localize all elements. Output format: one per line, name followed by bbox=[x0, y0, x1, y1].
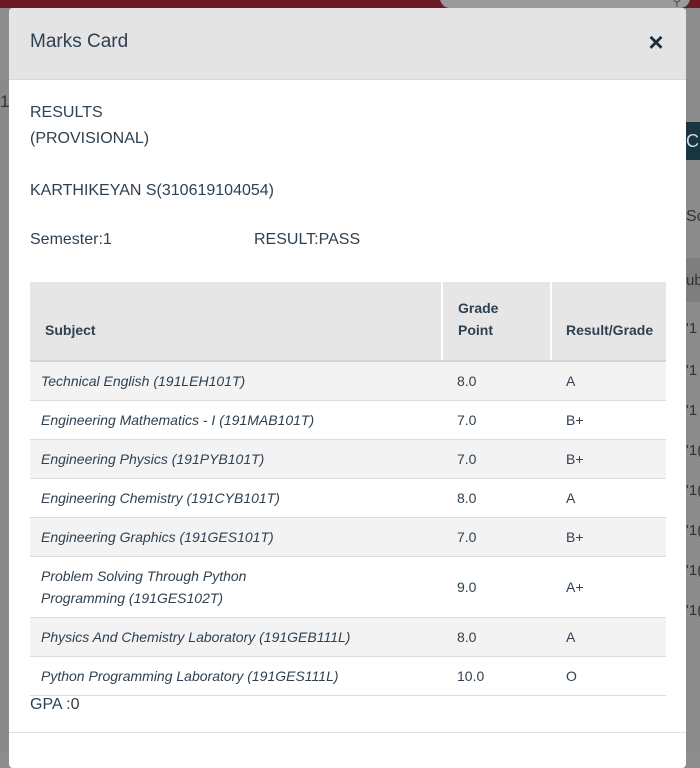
background-button: C bbox=[686, 122, 700, 160]
table-row: Python Programming Laboratory (191GES111… bbox=[30, 656, 666, 696]
grade-point-cell: 8.0 bbox=[442, 478, 551, 518]
grade-point-header-line2: Point bbox=[458, 322, 493, 338]
table-row: Physics And Chemistry Laboratory (191GEB… bbox=[30, 617, 666, 657]
subject-cell: Engineering Graphics (191GES101T) bbox=[30, 517, 442, 557]
background-cell: '1( bbox=[686, 522, 700, 539]
modal-header: Marks Card × bbox=[9, 8, 686, 80]
semester-label: Semester:1 bbox=[30, 231, 112, 248]
marks-card-modal: Marks Card × RESULTS (PROVISIONAL) KARTH… bbox=[9, 8, 686, 768]
results-heading: RESULTS bbox=[30, 104, 103, 121]
table-header-row: Subject Grade Point Result/Grade bbox=[30, 282, 666, 362]
grade-cell: B+ bbox=[551, 517, 666, 557]
grade-point-cell: 7.0 bbox=[442, 400, 551, 440]
background-cell: '1 bbox=[686, 402, 698, 419]
subject-header[interactable]: Subject bbox=[30, 282, 443, 362]
background-cell: '1( bbox=[686, 602, 700, 619]
background-header-text: ub bbox=[686, 272, 700, 289]
table-row: Engineering Physics (191PYB101T) 7.0 B+ bbox=[30, 439, 666, 479]
close-icon[interactable]: × bbox=[640, 26, 672, 58]
table-row: Technical English (191LEH101T) 8.0 A bbox=[30, 361, 666, 401]
grade-point-cell: 7.0 bbox=[442, 439, 551, 479]
subject-cell: Physics And Chemistry Laboratory (191GEB… bbox=[30, 617, 442, 657]
grade-point-header-line1: Grade bbox=[458, 300, 499, 316]
background-search-bar: ⚲ bbox=[440, 0, 690, 8]
grade-point-header[interactable]: Grade Point bbox=[442, 282, 552, 362]
grade-point-cell: 8.0 bbox=[442, 617, 551, 657]
grade-cell: A bbox=[551, 478, 666, 518]
table-row: Problem Solving Through Python Programmi… bbox=[30, 556, 666, 618]
subject-cell: Python Programming Laboratory (191GES111… bbox=[30, 656, 442, 696]
result-grade-header[interactable]: Result/Grade bbox=[551, 282, 666, 362]
grade-cell: B+ bbox=[551, 400, 666, 440]
table-row: Engineering Graphics (191GES101T) 7.0 B+ bbox=[30, 517, 666, 557]
background-cell: '1 bbox=[686, 362, 698, 379]
modal-body: RESULTS (PROVISIONAL) KARTHIKEYAN S(3106… bbox=[30, 100, 666, 713]
grade-point-cell: 8.0 bbox=[442, 361, 551, 401]
subject-cell: Technical English (191LEH101T) bbox=[30, 361, 442, 401]
subject-cell: Engineering Mathematics - I (191MAB101T) bbox=[30, 400, 442, 440]
modal-footer-divider bbox=[9, 732, 686, 733]
background-cell: '1( bbox=[686, 482, 700, 499]
table-row: Engineering Mathematics - I (191MAB101T)… bbox=[30, 400, 666, 440]
student-name: KARTHIKEYAN S(310619104054) bbox=[30, 182, 274, 199]
background-cell: '1( bbox=[686, 562, 700, 579]
results-subheading: (PROVISIONAL) bbox=[30, 130, 150, 147]
background-cell: '1 bbox=[686, 320, 698, 337]
grade-cell: O bbox=[551, 656, 666, 696]
grade-cell: A+ bbox=[551, 556, 666, 618]
grade-point-cell: 10.0 bbox=[442, 656, 551, 696]
background-text: Sc bbox=[686, 208, 700, 225]
background-table-header: ub bbox=[686, 258, 700, 302]
subject-cell: Problem Solving Through Python Programmi… bbox=[30, 556, 442, 618]
background-cell: '1( bbox=[686, 442, 700, 459]
grade-point-cell: 7.0 bbox=[442, 517, 551, 557]
semester-result-row: Semester:1 RESULT:PASS bbox=[30, 231, 666, 257]
table-row: Engineering Chemistry (191CYB101T) 8.0 A bbox=[30, 478, 666, 518]
background-right-area: C Sc ub '1 '1 '1 '1( '1( '1( '1( '1( bbox=[686, 80, 700, 752]
grade-point-cell: 9.0 bbox=[442, 556, 551, 618]
grade-cell: B+ bbox=[551, 439, 666, 479]
gpa-label: GPA :0 bbox=[30, 696, 80, 713]
grade-cell: A bbox=[551, 361, 666, 401]
result-label: RESULT:PASS bbox=[254, 231, 361, 248]
marks-table: Subject Grade Point Result/Grade Technica… bbox=[30, 282, 666, 696]
subject-cell: Engineering Chemistry (191CYB101T) bbox=[30, 478, 442, 518]
modal-title: Marks Card bbox=[30, 31, 129, 52]
subject-cell: Engineering Physics (191PYB101T) bbox=[30, 439, 442, 479]
grade-cell: A bbox=[551, 617, 666, 657]
